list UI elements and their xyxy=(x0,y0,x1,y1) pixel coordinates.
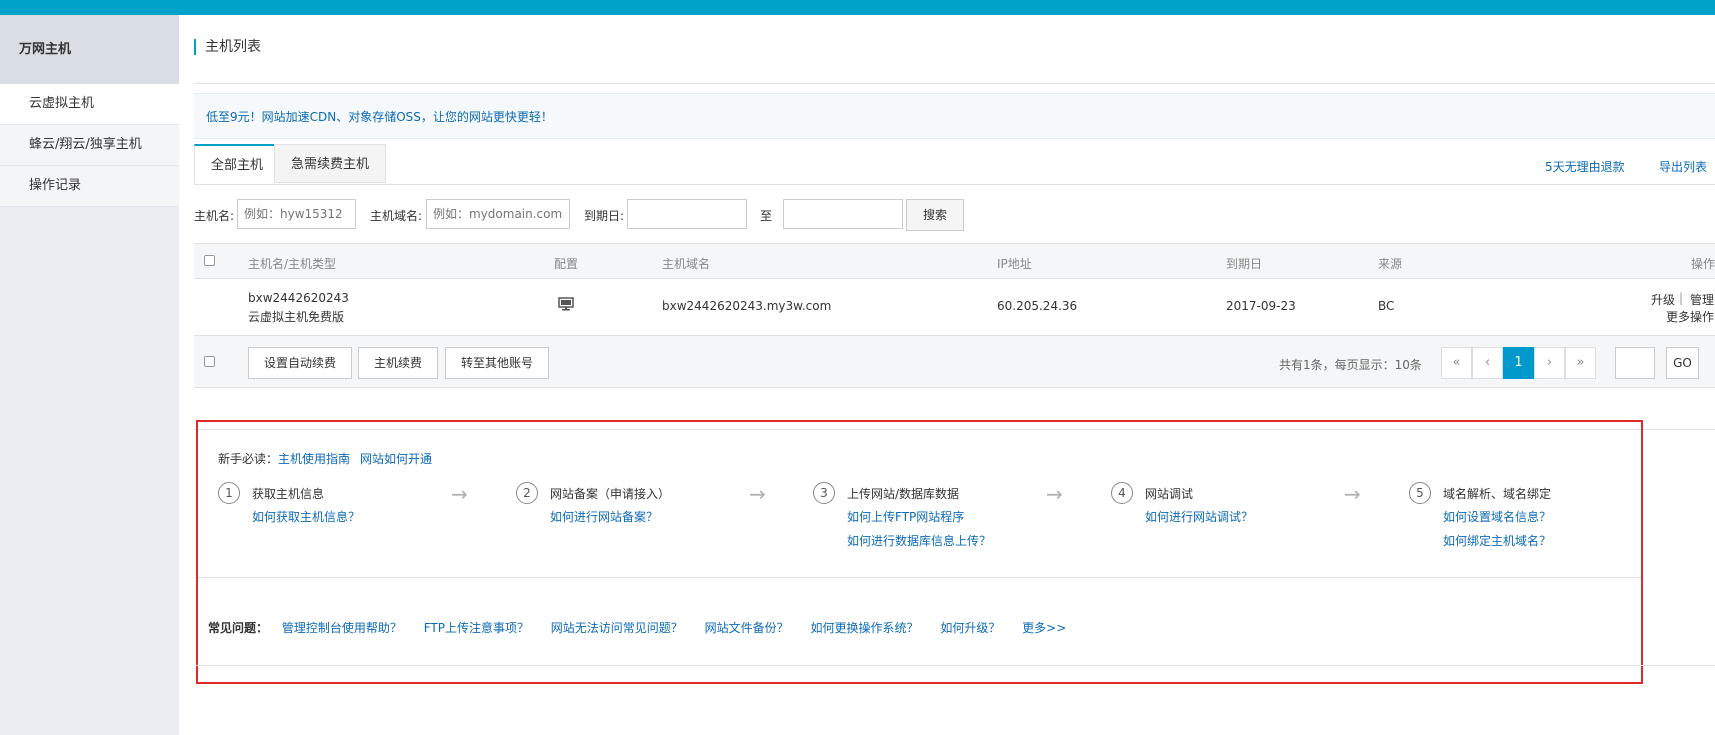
sidebar: 万网主机 云虚拟主机 蜂云/翔云/独享主机 操作记录 xyxy=(0,15,179,735)
host-domain: bxw2442620243.my3w.com xyxy=(662,299,832,313)
faq-link[interactable]: 管理控制台使用帮助？ xyxy=(282,621,402,635)
arrow-right-icon: → xyxy=(1344,482,1361,506)
step-title: 网站调试 xyxy=(1145,487,1194,501)
step-link[interactable]: 如何设置域名信息？ xyxy=(1443,508,1551,525)
table-header: 主机名/主机类型 配置 主机域名 IP地址 到期日 来源 操作 xyxy=(194,243,1715,279)
expire-start-input[interactable] xyxy=(627,199,747,229)
page-title: 主机列表 xyxy=(194,39,261,55)
next-page-button[interactable]: › xyxy=(1534,347,1565,379)
step-number: 1 xyxy=(218,482,240,504)
table-footer: 设置自动续费 主机续费 转至其他账号 共有1条，每页显示：10条 « ‹ 1 ›… xyxy=(194,336,1715,388)
step-link[interactable]: 如何上传FTP网站程序 xyxy=(847,508,964,525)
divider xyxy=(196,665,1715,666)
column-header: 配置 xyxy=(554,257,579,271)
faq-more-link[interactable]: 更多>> xyxy=(1022,621,1066,635)
step-title: 域名解析、域名绑定 xyxy=(1443,487,1552,501)
select-all-bottom-checkbox[interactable] xyxy=(204,356,215,367)
select-all-checkbox[interactable] xyxy=(204,255,215,266)
source: BC xyxy=(1378,299,1395,313)
monitor-icon[interactable] xyxy=(558,296,574,315)
expire-date: 2017-09-23 xyxy=(1226,299,1296,313)
step-link[interactable]: 如何获取主机信息？ xyxy=(252,508,360,525)
faq-link[interactable]: 如何更换操作系统？ xyxy=(810,621,918,635)
column-header: 主机名/主机类型 xyxy=(248,257,337,271)
sidebar-item-cloud-virtual-host[interactable]: 云虚拟主机 xyxy=(0,84,179,125)
tab-bar: 全部主机 急需续费主机 5天无理由退款 导出列表 xyxy=(194,144,1715,185)
divider xyxy=(198,577,1641,578)
newbie-label: 新手必读： xyxy=(218,452,279,466)
step-number: 5 xyxy=(1409,482,1431,504)
step-link[interactable]: 如何进行网站调试？ xyxy=(1145,508,1253,525)
arrow-right-icon: → xyxy=(451,482,468,506)
faq-link[interactable]: 如何升级？ xyxy=(940,621,1000,635)
host-domain-label: 主机域名: xyxy=(370,209,423,223)
promo-link[interactable]: 低至9元！网站加速CDN、对象存储OSS，让您的网站更快更轻！ xyxy=(206,110,553,124)
more-actions-link[interactable]: 更多操作 xyxy=(1666,308,1714,325)
step-title: 网站备案（申请接入） xyxy=(550,487,671,501)
step-title: 获取主机信息 xyxy=(252,487,325,501)
pager-info: 共有1条，每页显示：10条 xyxy=(1279,358,1422,372)
host-domain-input[interactable] xyxy=(426,199,570,229)
sidebar-item-operation-log[interactable]: 操作记录 xyxy=(0,166,179,207)
search-button[interactable]: 搜索 xyxy=(906,199,964,231)
faq-link[interactable]: 网站无法访问常见问题？ xyxy=(551,621,683,635)
column-header: 来源 xyxy=(1378,257,1403,271)
tab-all-hosts[interactable]: 全部主机 xyxy=(194,144,281,184)
ip-address: 60.205.24.36 xyxy=(997,299,1078,313)
go-button[interactable]: GO xyxy=(1666,347,1699,379)
promo-banner: 低至9元！网站加速CDN、对象存储OSS，让您的网站更快更轻！ xyxy=(194,93,1715,139)
faq-link[interactable]: FTP上传注意事项？ xyxy=(424,621,529,635)
manage-link[interactable]: 管理 xyxy=(1690,291,1714,308)
step-number: 2 xyxy=(516,482,538,504)
step-link[interactable]: 如何进行数据库信息上传？ xyxy=(847,532,991,549)
arrow-right-icon: → xyxy=(749,482,766,506)
export-list-link[interactable]: 导出列表 xyxy=(1659,158,1707,175)
step-title: 上传网站/数据库数据 xyxy=(847,487,960,501)
sidebar-item-dedicated-host[interactable]: 蜂云/翔云/独享主机 xyxy=(0,125,179,166)
expire-date-label: 到期日: xyxy=(584,209,625,223)
divider xyxy=(194,83,1715,84)
date-to-label: 至 xyxy=(760,209,773,223)
sidebar-title: 万网主机 xyxy=(0,15,179,84)
renew-button[interactable]: 主机续费 xyxy=(358,347,438,379)
host-name-input[interactable] xyxy=(237,199,356,229)
last-page-button[interactable]: » xyxy=(1565,347,1596,379)
faq-label: 常见问题： xyxy=(208,621,269,635)
column-header: IP地址 xyxy=(997,257,1032,271)
column-header: 操作 xyxy=(1691,257,1715,271)
guide-panel: 新手必读：主机使用指南 网站如何开通 1 获取主机信息 如何获取主机信息？ → 2… xyxy=(196,420,1715,684)
auto-renew-button[interactable]: 设置自动续费 xyxy=(248,347,352,379)
op-separator: | xyxy=(1679,291,1684,305)
step-number: 4 xyxy=(1111,482,1133,504)
host-name-link[interactable]: bxw2442620243 xyxy=(248,291,349,305)
table-row: bxw2442620243 云虚拟主机免费版 bxw2442620243.my3… xyxy=(194,279,1715,336)
column-header: 主机域名 xyxy=(662,257,711,271)
current-page-button[interactable]: 1 xyxy=(1503,347,1534,379)
host-guide-link[interactable]: 主机使用指南 xyxy=(278,452,350,466)
faq-bar: 常见问题： 管理控制台使用帮助？ FTP上传注意事项？ 网站无法访问常见问题？ … xyxy=(208,619,1084,636)
faq-link[interactable]: 网站文件备份？ xyxy=(705,621,789,635)
host-name-label: 主机名: xyxy=(194,209,235,223)
refund-link[interactable]: 5天无理由退款 xyxy=(1545,158,1625,175)
step-number: 3 xyxy=(813,482,835,504)
arrow-right-icon: → xyxy=(1046,482,1063,506)
step-link[interactable]: 如何进行网站备案？ xyxy=(550,508,658,525)
transfer-account-button[interactable]: 转至其他账号 xyxy=(445,347,549,379)
first-page-button[interactable]: « xyxy=(1441,347,1472,379)
main-content: 主机列表 低至9元！网站加速CDN、对象存储OSS，让您的网站更快更轻！ 全部主… xyxy=(194,15,1715,735)
page-number-input[interactable] xyxy=(1615,347,1655,379)
column-header: 到期日 xyxy=(1226,257,1263,271)
newbie-guide: 新手必读：主机使用指南 网站如何开通 xyxy=(218,450,442,467)
tab-renew-urgent[interactable]: 急需续费主机 xyxy=(274,144,387,183)
top-bar xyxy=(0,0,1715,15)
host-type: 云虚拟主机免费版 xyxy=(248,310,345,324)
upgrade-link[interactable]: 升级 xyxy=(1651,291,1675,308)
site-open-link[interactable]: 网站如何开通 xyxy=(360,452,432,466)
step-link[interactable]: 如何绑定主机域名？ xyxy=(1443,532,1551,549)
expire-end-input[interactable] xyxy=(783,199,903,229)
prev-page-button[interactable]: ‹ xyxy=(1472,347,1503,379)
filter-bar: 主机名: 主机域名: 到期日: 至 搜索 xyxy=(194,199,1715,231)
